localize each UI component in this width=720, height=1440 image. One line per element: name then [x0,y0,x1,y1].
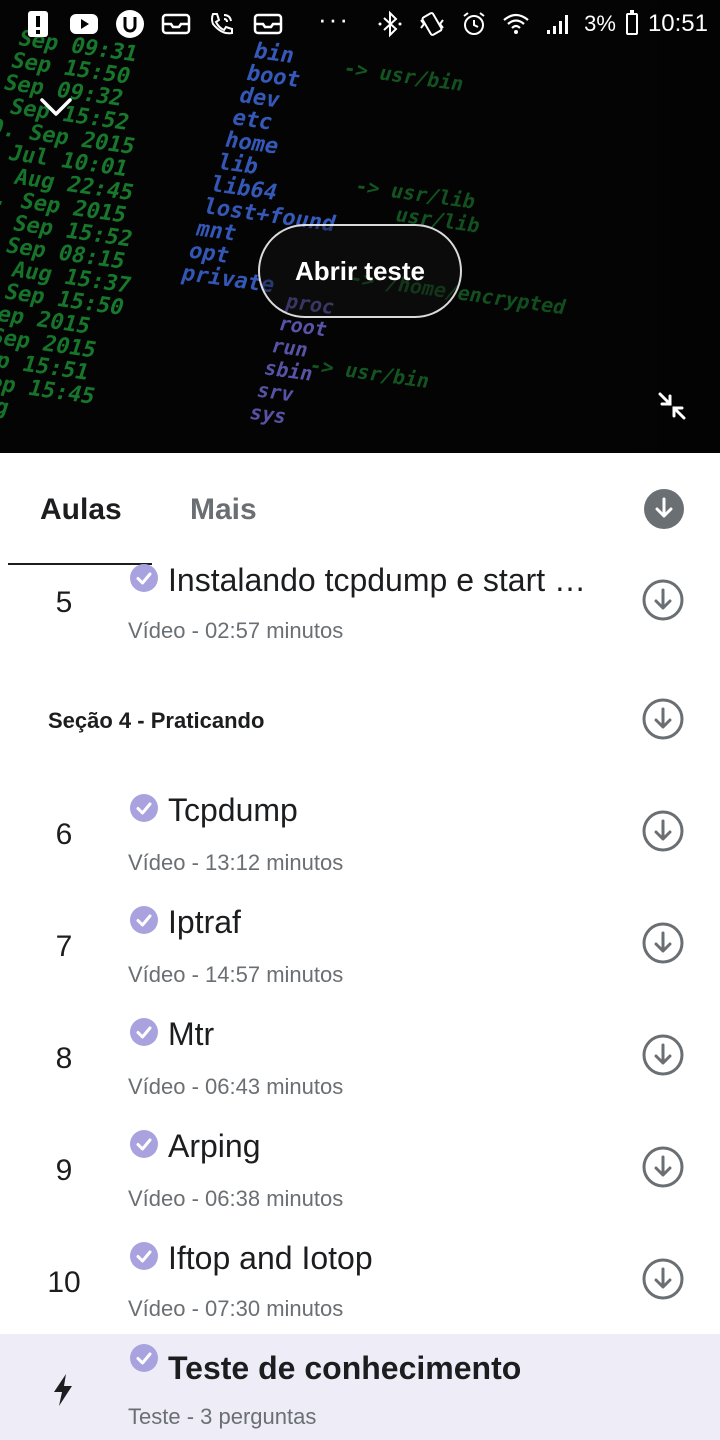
lesson-number: 5 [55,586,73,619]
check-circle-icon [130,564,158,592]
lesson-meta: Vídeo - 14:57 minutos [128,962,344,987]
battery-icon [625,10,638,35]
lesson-number: 7 [55,930,73,963]
download-icon[interactable] [642,1146,684,1188]
status-bar: ··· 3% 10:51 [0,0,720,48]
download-icon[interactable] [642,579,684,621]
lightning-bolt-icon [48,1372,78,1408]
section-title: Seção 4 - Praticando [48,708,265,733]
bluetooth-icon [374,8,406,40]
download-icon[interactable] [642,1034,684,1076]
check-circle-icon [130,1344,158,1372]
lesson-title: Instalando tcpdump e start … [168,562,586,598]
lesson-row[interactable]: 5 Instalando tcpdump e start … Vídeo - 0… [0,560,720,672]
quiz-row[interactable]: Teste de conhecimento Teste - 3 pergunta… [0,1334,720,1440]
exit-fullscreen-icon[interactable] [652,386,692,426]
lesson-row[interactable]: 6 Tcpdump Vídeo - 13:12 minutos [0,792,720,904]
quiz-meta: Teste - 3 perguntas [128,1404,317,1429]
lesson-meta: Vídeo - 06:38 minutos [128,1186,344,1211]
lesson-row[interactable]: 9 Arping Vídeo - 06:38 minutos [0,1128,720,1240]
quiz-title: Teste de conhecimento [168,1350,522,1386]
lesson-row[interactable]: 8 Mtr Vídeo - 06:43 minutos [0,1016,720,1128]
more-notifications-indicator: ··· [318,3,350,34]
download-section-icon[interactable] [642,698,684,740]
download-all-icon[interactable] [644,489,684,529]
app-u-icon [114,8,146,40]
signal-icon [542,8,574,40]
lesson-title: Arping [168,1128,261,1164]
wifi-call-icon [206,8,238,40]
wifi-icon [500,8,532,40]
lesson-number: 8 [55,1042,73,1075]
lesson-title: Iftop and Iotop [168,1240,373,1276]
tab-mais[interactable]: Mais [190,493,257,527]
lesson-meta: Vídeo - 07:30 minutos [128,1296,344,1321]
lesson-number: 10 [47,1266,81,1299]
check-circle-icon [130,1242,158,1270]
alert-icon [22,8,54,40]
chevron-down-icon[interactable] [36,88,76,128]
lesson-number: 6 [55,818,73,851]
download-icon[interactable] [642,1258,684,1300]
lesson-meta: Vídeo - 13:12 minutos [128,850,344,875]
mail-icon [252,8,284,40]
lesson-title: Iptraf [168,904,241,940]
lesson-meta: Vídeo - 06:43 minutos [128,1074,344,1099]
tab-aulas[interactable]: Aulas [40,493,122,527]
check-circle-icon [130,1130,158,1158]
lesson-meta: Vídeo - 02:57 minutos [128,618,344,643]
clock: 10:51 [647,10,708,37]
alarm-icon [458,8,490,40]
lesson-row[interactable]: 7 Iptraf Vídeo - 14:57 minutos [0,904,720,1016]
lesson-title: Mtr [168,1016,215,1052]
vibrate-icon [416,8,448,40]
video-player[interactable]: 19. Sep 09:31 21. Sep 15:50 19. Sep 09:3… [0,0,720,453]
lesson-title: Tcpdump [168,792,298,828]
tab-bar: Aulas Mais [0,453,720,565]
download-icon[interactable] [642,810,684,852]
check-circle-icon [130,1018,158,1046]
lesson-number: 9 [55,1154,73,1187]
mail-icon [160,8,192,40]
open-test-label: Abrir teste [294,255,426,286]
battery-percent: 3% [584,11,616,36]
youtube-icon [68,8,100,40]
download-icon[interactable] [642,922,684,964]
check-circle-icon [130,906,158,934]
open-test-button[interactable]: Abrir teste [258,224,462,318]
check-circle-icon [130,794,158,822]
